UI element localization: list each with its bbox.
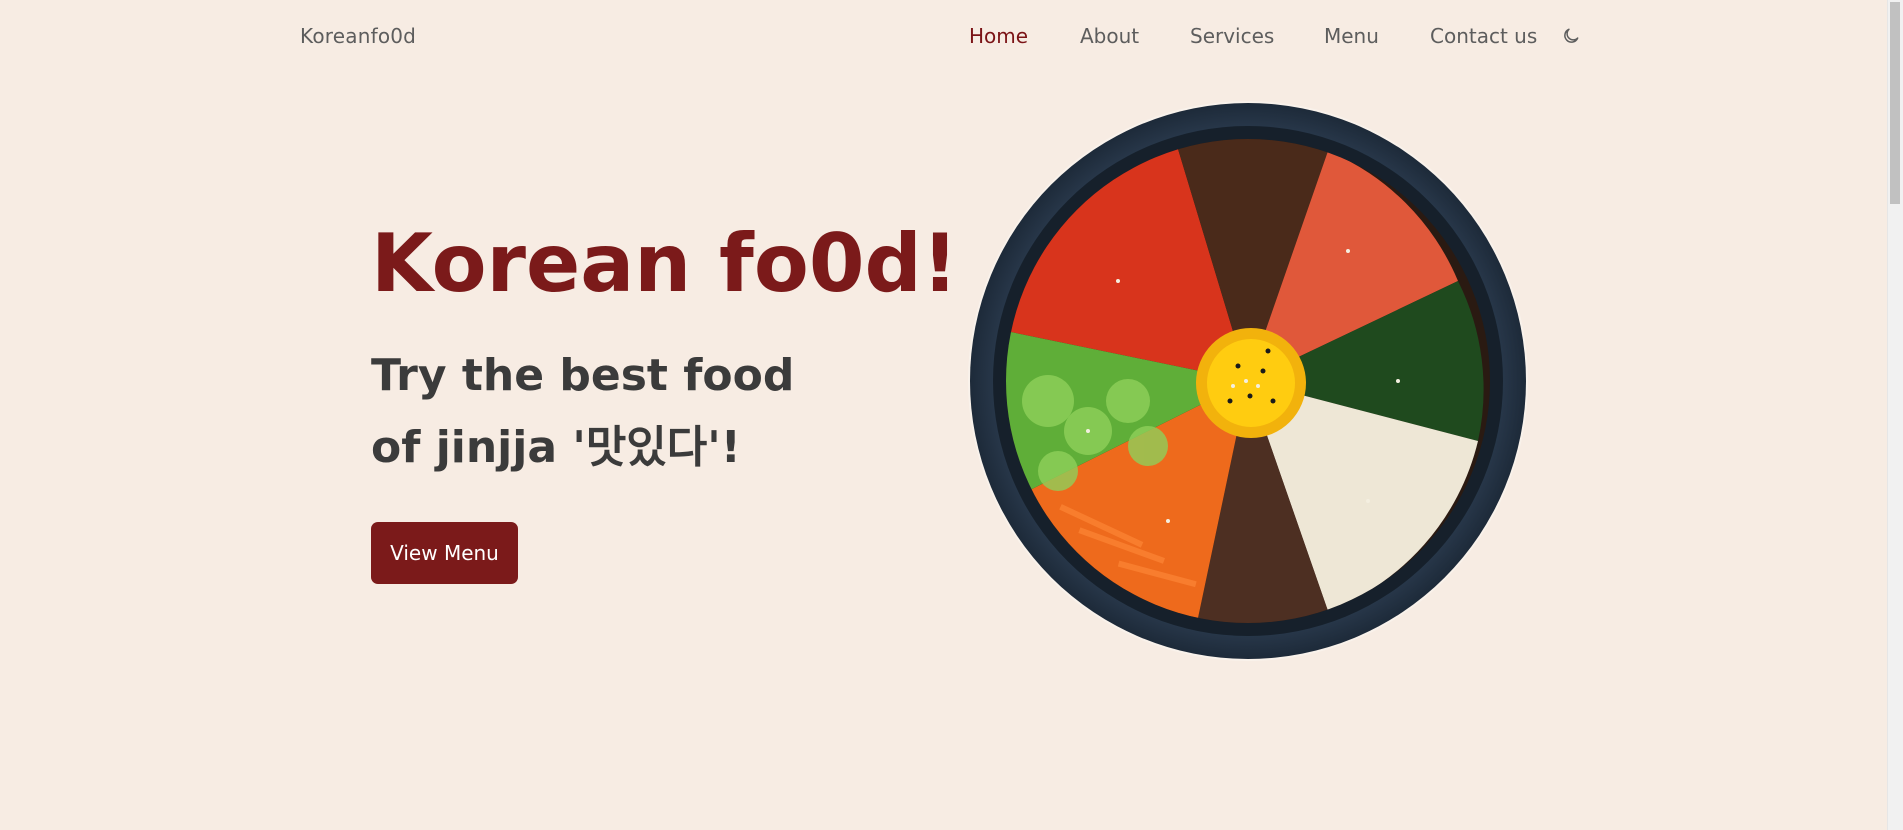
hero-text: Korean fo0d! Try the best food of jinjja… [371,216,959,484]
moon-icon[interactable] [1561,26,1581,46]
hero-subtitle: Try the best food of jinjja '맛있다'! [371,350,795,473]
nav-about[interactable]: About [1080,24,1139,48]
view-menu-button[interactable]: View Menu [371,522,518,584]
nav-services[interactable]: Services [1190,24,1274,48]
page-scrollbar[interactable] [1887,0,1903,830]
nav-contact[interactable]: Contact us [1430,24,1537,48]
bibimbap-bowl-image [968,101,1528,661]
nav-home[interactable]: Home [969,24,1028,48]
scrollbar-thumb[interactable] [1890,2,1900,204]
nav-menu[interactable]: Menu [1324,24,1379,48]
hero-title: Korean fo0d! [371,217,959,310]
site-logo[interactable]: Koreanfo0d [300,24,416,48]
site-header: Koreanfo0d Home About Services Menu Cont… [0,0,1887,74]
